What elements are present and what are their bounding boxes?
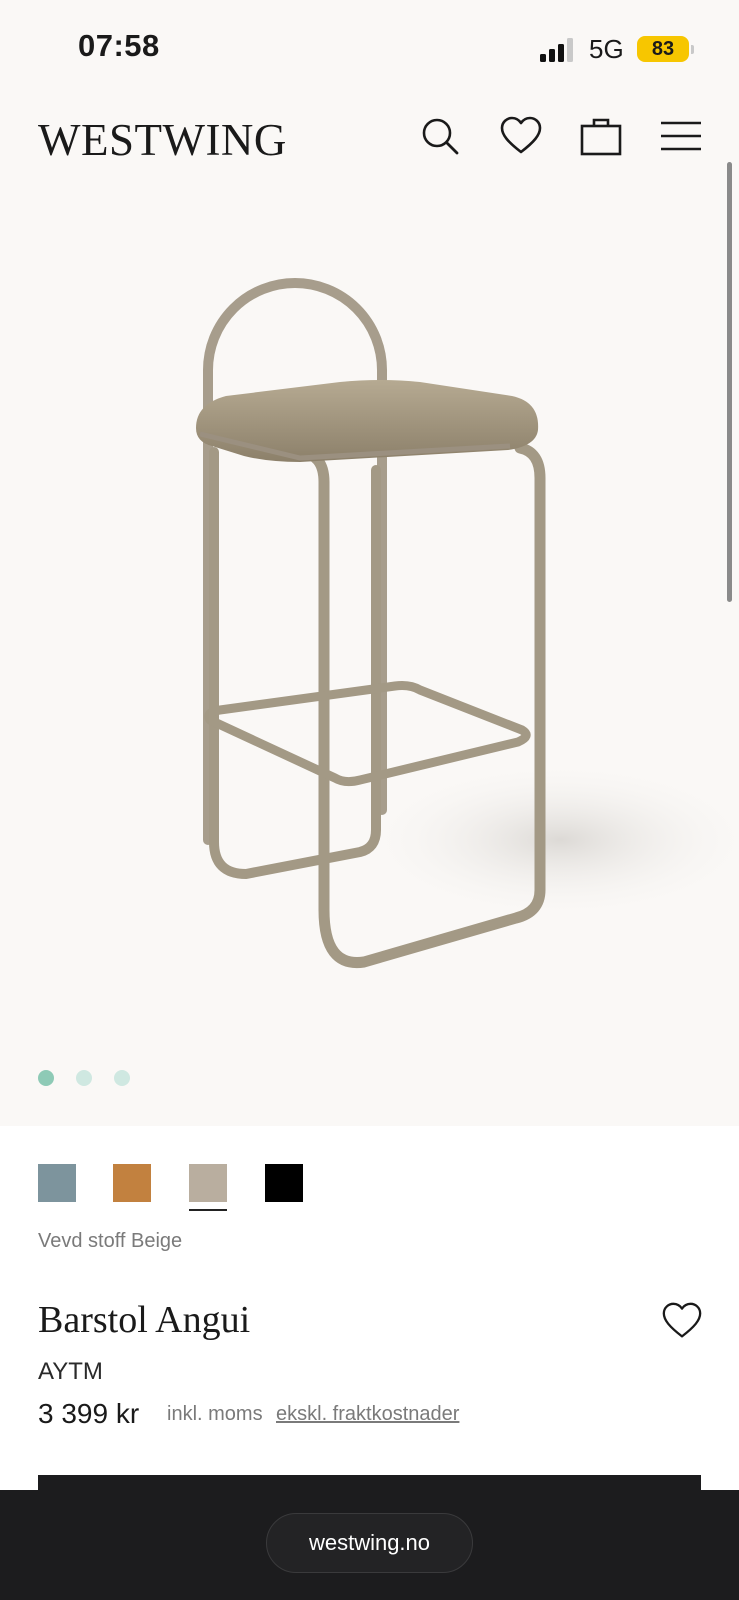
shipping-cost-link[interactable]: ekskl. fraktkostnader	[276, 1403, 459, 1426]
selected-swatch-indicator	[189, 1209, 227, 1211]
cellular-signal-icon	[540, 38, 578, 62]
site-header: WESTWING	[0, 100, 739, 180]
url-address-bar[interactable]: westwing.no	[266, 1513, 473, 1573]
product-title: Barstol Angui	[38, 1299, 251, 1341]
battery-tip	[691, 45, 694, 54]
color-swatch-beige[interactable]	[189, 1164, 227, 1202]
network-type: 5G	[589, 34, 624, 64]
vat-note: inkl. moms	[167, 1403, 263, 1425]
heart-icon[interactable]	[498, 114, 544, 160]
search-icon[interactable]	[418, 114, 464, 160]
bag-icon[interactable]	[578, 114, 624, 160]
battery-icon: 83	[637, 36, 689, 62]
status-bar: 07:58 5G 83	[0, 0, 739, 100]
color-swatch-blue-grey[interactable]	[38, 1164, 76, 1202]
westwing-logo[interactable]: WESTWING	[38, 114, 287, 166]
status-time: 07:58	[78, 28, 160, 63]
color-swatch-black[interactable]	[265, 1164, 303, 1202]
color-swatch-cognac[interactable]	[113, 1164, 151, 1202]
product-price: 3 399 kr	[38, 1398, 140, 1429]
gallery-dot[interactable]	[76, 1070, 92, 1086]
gallery-dot[interactable]	[114, 1070, 130, 1086]
menu-icon[interactable]	[658, 114, 704, 160]
wishlist-heart-icon[interactable]	[660, 1300, 704, 1344]
product-brand[interactable]: AYTM	[38, 1358, 103, 1386]
variant-label: Vevd stoff Beige	[38, 1230, 183, 1252]
gallery-dot[interactable]	[38, 1070, 54, 1086]
product-image[interactable]	[0, 190, 739, 1125]
